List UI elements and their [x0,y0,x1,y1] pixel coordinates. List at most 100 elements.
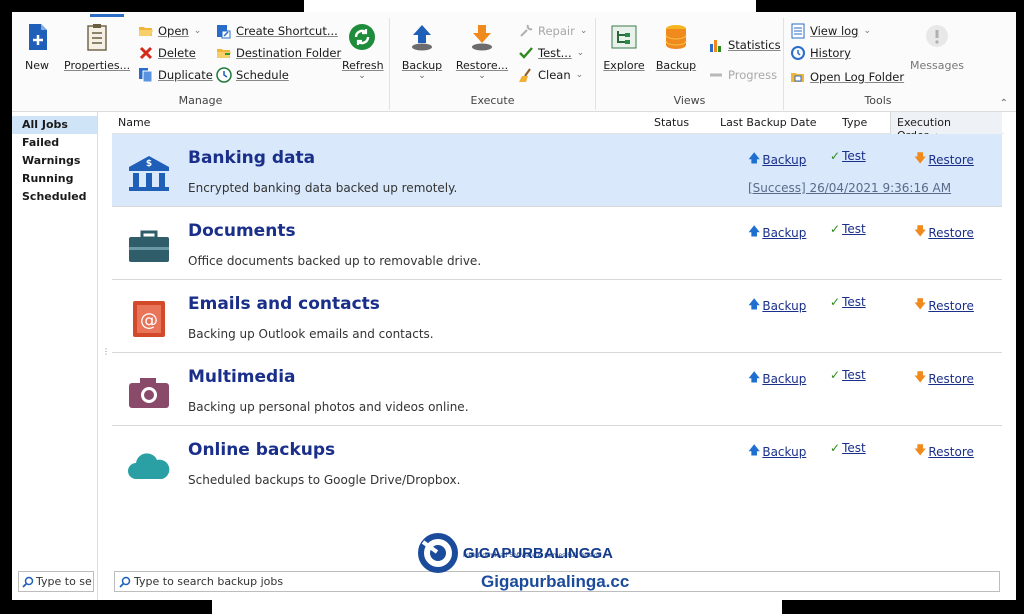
column-type[interactable]: Type [842,116,867,129]
repair-button[interactable]: Repair ⌄ [518,20,587,42]
test-button[interactable]: Test... ⌄ [518,42,584,64]
column-status[interactable]: Status [654,116,689,129]
briefcase-icon [129,230,169,262]
delete-x-icon [139,46,153,60]
check-icon: ✓ [830,222,841,236]
folder-icon [217,49,231,58]
duplicate-button[interactable]: Duplicate [138,64,213,86]
properties-button[interactable]: Properties... [64,22,130,72]
destination-folder-button[interactable]: Destination Folder [216,42,341,64]
up-arrow-icon: 🡅 [748,297,761,311]
new-button[interactable]: New [20,22,54,72]
down-arrow-icon: 🡇 [914,370,927,384]
open-button[interactable]: Open ⌄ [138,20,201,42]
backup-view-button[interactable]: Backup [654,22,698,72]
ribbon: New Properties... Open ⌄ Delete Duplicate… [12,12,1016,112]
statistics-button[interactable]: Statistics [708,34,781,56]
broom-icon [519,68,531,82]
bar-chart-icon [710,40,721,52]
job-row-emails[interactable]: @ Emails and contacts Backing up Outlook… [112,280,1002,353]
row-backup-link[interactable]: 🡅 Backup [748,368,806,389]
pane-splitter[interactable] [98,112,112,600]
refresh-button[interactable]: Refresh ⌄ [342,22,384,81]
row-backup-link[interactable]: 🡅 Backup [748,441,806,462]
row-test-link[interactable]: ✓ Test [830,295,866,309]
watermark-tagline: Free Download Software & Games Full Vers… [463,552,602,559]
row-restore-link[interactable]: 🡇 Restore [914,149,974,170]
create-shortcut-button[interactable]: Create Shortcut... [216,20,338,42]
watermark-url: Gigapurbalinga.cc [481,572,630,591]
cloud-icon [128,453,170,479]
row-test-link[interactable]: ✓ Test [830,149,866,163]
splitter-grip-icon[interactable]: ⋮ [102,348,110,356]
check-icon: ✓ [830,368,841,382]
delete-button[interactable]: Delete [138,42,196,64]
right-splitter-grip-icon[interactable]: ⋮ [1015,348,1016,356]
row-backup-link[interactable]: 🡅 Backup [748,222,806,243]
column-execution-order[interactable]: Execution Order△ [890,112,1002,142]
job-description: Scheduled backups to Google Drive/Dropbo… [188,473,461,487]
down-arrow-icon: 🡇 [914,224,927,238]
filter-failed[interactable]: Failed [12,134,97,152]
view-log-button[interactable]: View log ⌄ [790,20,871,42]
shortcut-icon [217,25,231,39]
row-test-link[interactable]: ✓ Test [830,368,866,382]
explore-button[interactable]: Explore [602,22,646,72]
chevron-down-icon: ⌄ [358,71,366,81]
filter-search-input[interactable]: Type to se [18,571,94,592]
job-description: Backing up Outlook emails and contacts. [188,327,434,341]
ribbon-tab-indicator [90,14,124,17]
open-log-folder-button[interactable]: Open Log Folder [790,66,904,88]
chevron-down-icon: ⌄ [418,71,426,81]
job-title[interactable]: Online backups [188,440,335,460]
job-row-banking[interactable]: $ Banking data Encrypted banking data ba… [112,134,1002,207]
row-restore-link[interactable]: 🡇 Restore [914,441,974,462]
check-icon: ✓ [830,295,841,309]
row-backup-link[interactable]: 🡅 Backup [748,295,806,316]
filter-scheduled[interactable]: Scheduled [12,188,97,206]
up-arrow-icon: 🡅 [748,443,761,457]
job-row-documents[interactable]: Documents Office documents backed up to … [112,207,1002,280]
properties-icon [87,24,107,51]
job-title[interactable]: Banking data [188,148,315,168]
filter-all-jobs[interactable]: All Jobs [12,116,97,134]
restore-button[interactable]: Restore... ⌄ [454,22,510,81]
job-row-online[interactable]: Online backups Scheduled backups to Goog… [112,426,1002,499]
row-backup-link[interactable]: 🡅 Backup [748,149,806,170]
backup-button[interactable]: Backup ⌄ [400,22,444,81]
row-test-link[interactable]: ✓ Test [830,441,866,455]
collapse-ribbon-icon[interactable]: ⌃ [1000,98,1008,109]
group-tools: View log ⌄ History Open Log Folder Messag… [784,18,972,110]
down-arrow-icon: 🡇 [914,297,927,311]
chevron-down-icon: ⌄ [579,26,588,36]
app-window: New Properties... Open ⌄ Delete Duplicate… [12,12,1016,600]
last-backup-status[interactable]: [Success] 26/04/2021 9:36:16 AM [748,181,951,195]
column-name[interactable]: Name [118,116,150,129]
job-title[interactable]: Documents [188,221,296,241]
check-icon [519,47,533,59]
filter-running[interactable]: Running [12,170,97,188]
row-restore-link[interactable]: 🡇 Restore [914,295,974,316]
down-arrow-icon: 🡇 [914,443,927,457]
log-folder-icon [791,73,804,82]
group-manage: New Properties... Open ⌄ Delete Duplicate… [12,18,390,110]
job-row-multimedia[interactable]: Multimedia Backing up personal photos an… [112,353,1002,426]
filter-warnings[interactable]: Warnings [12,152,97,170]
group-label-manage: Manage [178,94,223,107]
history-button[interactable]: History [790,42,851,64]
job-description: Office documents backed up to removable … [188,254,482,268]
column-last-backup-date[interactable]: Last Backup Date [720,116,817,129]
schedule-button[interactable]: Schedule [216,64,289,86]
row-restore-link[interactable]: 🡇 Restore [914,368,974,389]
progress-button[interactable]: Progress [708,64,777,86]
bank-icon: $ [129,156,169,191]
progress-icon [710,73,722,77]
job-title[interactable]: Multimedia [188,367,296,387]
svg-text:$: $ [146,159,152,169]
clean-button[interactable]: Clean ⌄ [518,64,583,86]
row-test-link[interactable]: ✓ Test [830,222,866,236]
job-title[interactable]: Emails and contacts [188,294,380,314]
messages-button[interactable]: Messages [908,22,966,72]
job-rows: $ Banking data Encrypted banking data ba… [112,134,1002,499]
row-restore-link[interactable]: 🡇 Restore [914,222,974,243]
